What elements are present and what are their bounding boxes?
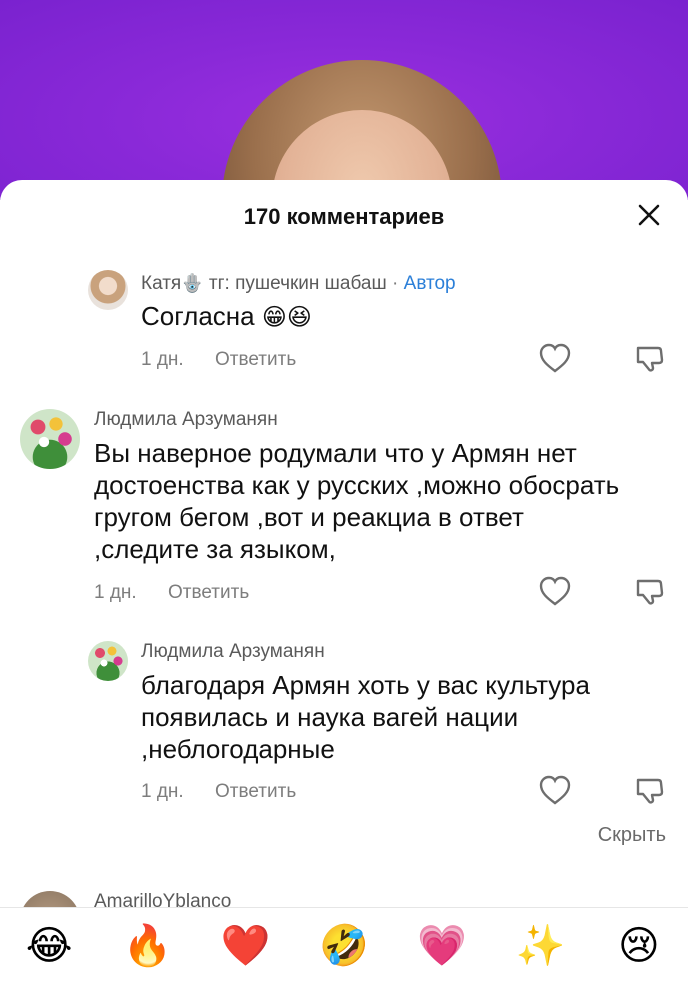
comment-meta: 1 дн. Ответить bbox=[141, 781, 296, 803]
dislike-button[interactable] bbox=[632, 573, 668, 609]
author-name: Катя bbox=[141, 273, 182, 294]
comment-time: 1 дн. bbox=[94, 582, 137, 603]
emoji-button[interactable]: 🔥 bbox=[117, 924, 177, 968]
avatar[interactable] bbox=[20, 409, 80, 469]
comment-author[interactable]: Катя🪬 тг: пушечкин шабаш · Автор bbox=[141, 273, 456, 295]
like-button[interactable] bbox=[537, 340, 573, 376]
comment-text: благодаря Армян хоть у вас культура появ… bbox=[141, 670, 590, 764]
comment-meta: 1 дн. Ответить bbox=[94, 582, 249, 604]
emoji-button[interactable]: ✨ bbox=[511, 924, 571, 968]
like-button[interactable] bbox=[537, 772, 573, 808]
comment-text: Согласна 😁😆 bbox=[141, 301, 312, 331]
emoji-quick-bar: 😂 🔥 ❤️ 🤣 💗 ✨ 😢 bbox=[0, 907, 688, 984]
hide-replies-button[interactable]: Скрыть bbox=[598, 824, 666, 847]
comment-time: 1 дн. bbox=[141, 349, 184, 370]
hamsa-icon: 🪬 bbox=[181, 273, 204, 293]
comments-title: 170 комментариев bbox=[243, 204, 445, 229]
emoji-text: 😁😆 bbox=[261, 304, 312, 331]
thumbs-down-icon bbox=[636, 579, 664, 605]
close-button[interactable] bbox=[632, 198, 666, 232]
emoji-button[interactable]: 😂 bbox=[19, 924, 79, 968]
emoji-button[interactable]: ❤️ bbox=[216, 924, 276, 968]
heart-outline-icon bbox=[539, 775, 571, 805]
reply-button[interactable]: Ответить bbox=[168, 582, 249, 603]
comment-meta: 1 дн. Ответить bbox=[141, 349, 296, 371]
avatar[interactable] bbox=[88, 270, 128, 310]
comment-time: 1 дн. bbox=[141, 781, 184, 802]
dislike-button[interactable] bbox=[632, 340, 668, 376]
comment-author[interactable]: Людмила Арзуманян bbox=[94, 409, 278, 431]
emoji-button[interactable]: 🤣 bbox=[314, 924, 374, 968]
like-button[interactable] bbox=[537, 573, 573, 609]
thumbs-down-icon bbox=[636, 346, 664, 372]
heart-outline-icon bbox=[539, 343, 571, 373]
video-background bbox=[0, 0, 688, 200]
heart-outline-icon bbox=[539, 576, 571, 606]
avatar[interactable] bbox=[88, 641, 128, 681]
separator: · bbox=[392, 273, 399, 294]
reply-button[interactable]: Ответить bbox=[215, 349, 296, 370]
thumbs-down-icon bbox=[636, 778, 664, 804]
dislike-button[interactable] bbox=[632, 772, 668, 808]
emoji-button[interactable]: 💗 bbox=[412, 924, 472, 968]
reply-button[interactable]: Ответить bbox=[215, 781, 296, 802]
comment-author[interactable]: Людмила Арзуманян bbox=[141, 641, 325, 663]
emoji-button[interactable]: 😢 bbox=[609, 924, 669, 968]
comment-text: Вы наверное родумали что у Армян нет дос… bbox=[94, 438, 620, 564]
close-icon bbox=[638, 204, 660, 226]
author-extra: тг: пушечкин шабаш bbox=[208, 273, 387, 294]
author-badge: Автор bbox=[403, 273, 456, 294]
